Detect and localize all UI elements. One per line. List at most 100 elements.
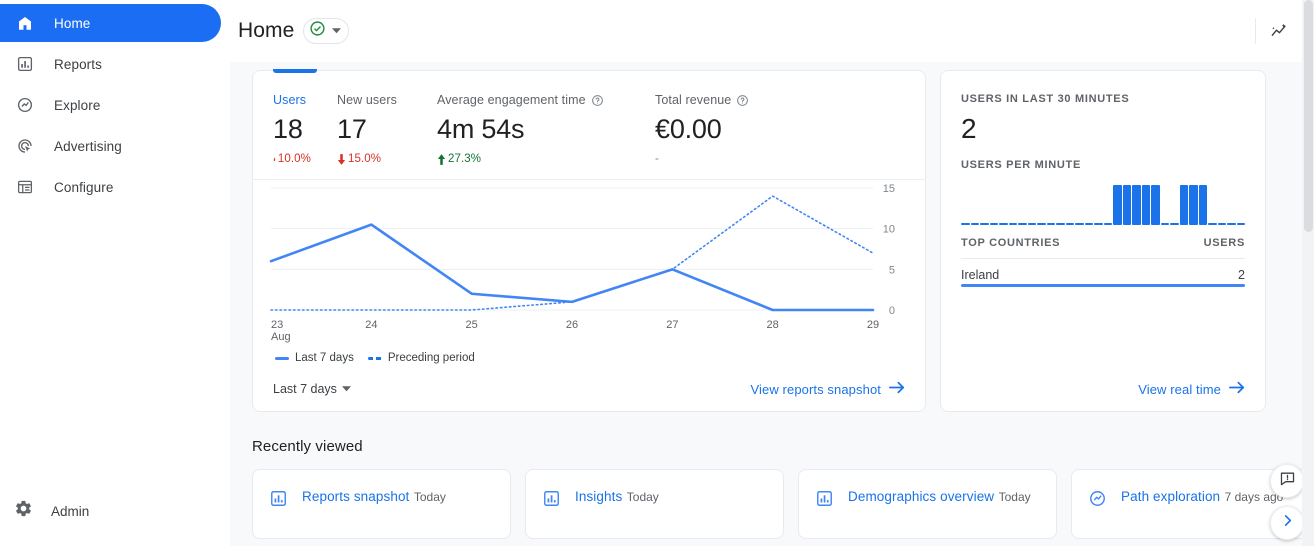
sidebar-item-admin[interactable]: Admin — [0, 492, 89, 530]
chevron-right-icon — [1280, 513, 1295, 533]
sidebar-item-configure[interactable]: Configure — [0, 168, 221, 206]
list-item[interactable]: Reports snapshot Today — [252, 469, 511, 539]
legend-label: Last 7 days — [295, 352, 354, 364]
date-range-selector[interactable]: Last 7 days — [273, 382, 351, 396]
row-value-bar — [961, 284, 1245, 287]
metric-value: 17 — [337, 114, 367, 144]
realtime-card-footer: View real time — [941, 367, 1265, 411]
spark-bar — [970, 222, 979, 225]
users-per-minute-caption: USERS PER MINUTE — [961, 159, 1081, 171]
svg-text:10: 10 — [883, 224, 895, 236]
sidebar-item-explore[interactable]: Explore — [0, 86, 221, 124]
svg-text:5: 5 — [889, 264, 895, 276]
realtime-users-value: 2 — [961, 113, 977, 144]
topbar: Home — [230, 0, 1314, 62]
metric-value: €0.00 — [655, 114, 722, 144]
bar-chart-icon — [269, 489, 289, 508]
chart-legend: Last 7 days Preceding period — [253, 350, 925, 364]
legend-swatch-solid — [275, 356, 289, 360]
spark-bar — [999, 222, 1008, 225]
svg-text:0: 0 — [889, 305, 895, 317]
spark-bar — [1151, 185, 1160, 225]
check-circle-icon — [309, 20, 326, 42]
svg-text:24: 24 — [365, 319, 377, 331]
scrollbar-thumb[interactable] — [1304, 0, 1313, 232]
content-area: Users 18 10.0% New users 17 15.0% Averag… — [230, 69, 1314, 539]
metric-tab-avg-engagement-time[interactable]: Average engagement time 4m 54s 27.3% — [437, 93, 655, 165]
metric-delta: - — [655, 153, 659, 165]
spark-bar — [1027, 222, 1036, 225]
spark-bar — [1141, 185, 1150, 225]
country-name: Ireland — [961, 268, 1000, 282]
configure-list-icon — [14, 176, 36, 198]
insights-sparkline-icon[interactable] — [1262, 14, 1296, 48]
metric-delta: 15.0% — [337, 153, 411, 165]
spark-bar — [961, 222, 970, 225]
link-label: View reports snapshot — [750, 381, 881, 397]
spark-bar — [1018, 222, 1027, 225]
table-row[interactable]: Ireland 2 — [961, 259, 1245, 287]
list-item-title: Insights — [575, 489, 623, 504]
home-icon — [14, 12, 36, 34]
svg-text:25: 25 — [466, 319, 478, 331]
list-item-title: Demographics overview — [848, 489, 995, 504]
feedback-button[interactable] — [1270, 464, 1304, 498]
svg-text:27: 27 — [666, 319, 678, 331]
bar-chart-icon — [542, 489, 562, 508]
scrollbar[interactable] — [1302, 0, 1314, 546]
sidebar-item-label: Configure — [54, 179, 114, 195]
date-range-label: Last 7 days — [273, 382, 337, 396]
legend-label: Preceding period — [387, 352, 475, 364]
spark-bar — [1170, 222, 1179, 225]
list-item-subtitle: Today — [626, 490, 659, 504]
metric-delta: 10.0% — [273, 153, 311, 165]
column-header-users: USERS — [1203, 237, 1245, 249]
sidebar-item-home[interactable]: Home — [0, 4, 221, 42]
sidebar-item-label: Admin — [51, 503, 90, 519]
spark-bar — [1103, 222, 1112, 225]
arrow-down-icon — [273, 157, 276, 161]
sidebar: Home Reports Explore Advertising Configu… — [0, 0, 230, 546]
help-icon[interactable] — [736, 94, 749, 107]
spark-bar — [1208, 222, 1217, 225]
status-badge[interactable] — [303, 18, 350, 44]
gear-icon — [14, 499, 33, 523]
caret-down-icon — [341, 382, 351, 396]
sidebar-item-advertising[interactable]: Advertising — [0, 127, 221, 165]
spark-bar — [1236, 222, 1245, 225]
topbar-actions — [1255, 14, 1296, 48]
chart-canvas: 0 5 10 15 23 24 25 26 27 28 29 Aug — [269, 183, 895, 343]
arrow-up-icon — [437, 153, 446, 165]
link-label: View real time — [1138, 381, 1221, 397]
list-item[interactable]: Insights Today — [525, 469, 784, 539]
arrow-right-icon — [1229, 381, 1245, 397]
spark-bar — [1046, 222, 1055, 225]
next-carousel-button[interactable] — [1270, 506, 1304, 540]
svg-text:26: 26 — [566, 319, 578, 331]
spark-bar — [1065, 222, 1074, 225]
arrow-right-icon — [889, 381, 905, 397]
page-title: Home — [238, 19, 295, 42]
view-real-time-link[interactable]: View real time — [1138, 381, 1245, 397]
metric-tab-new-users[interactable]: New users 17 15.0% — [337, 93, 437, 165]
spark-bar — [1198, 185, 1207, 225]
spark-bar — [1122, 185, 1131, 225]
column-header-country: TOP COUNTRIES — [961, 237, 1061, 249]
overview-card: Users 18 10.0% New users 17 15.0% Averag… — [252, 69, 926, 412]
view-reports-snapshot-link[interactable]: View reports snapshot — [751, 381, 906, 397]
sidebar-item-label: Explore — [54, 97, 101, 113]
realtime-card: USERS IN LAST 30 MINUTES 2 USERS PER MIN… — [940, 70, 1266, 412]
legend-swatch-dashed — [367, 356, 382, 360]
help-icon[interactable] — [591, 94, 604, 107]
spark-bar — [1113, 185, 1122, 225]
spark-bar — [980, 222, 989, 225]
users-line-chart: 0 5 10 15 23 24 25 26 27 28 29 Aug — [253, 180, 925, 350]
sidebar-item-reports[interactable]: Reports — [0, 45, 221, 83]
svg-text:28: 28 — [767, 319, 779, 331]
metric-tab-users[interactable]: Users 18 10.0% — [273, 93, 337, 165]
spark-bar — [1008, 222, 1017, 225]
spark-bar — [1189, 185, 1198, 225]
metric-tab-total-revenue[interactable]: Total revenue €0.00 - — [655, 93, 775, 165]
analytics-home-page: Home Reports Explore Advertising Configu… — [0, 0, 1314, 546]
list-item[interactable]: Demographics overview Today — [798, 469, 1057, 539]
